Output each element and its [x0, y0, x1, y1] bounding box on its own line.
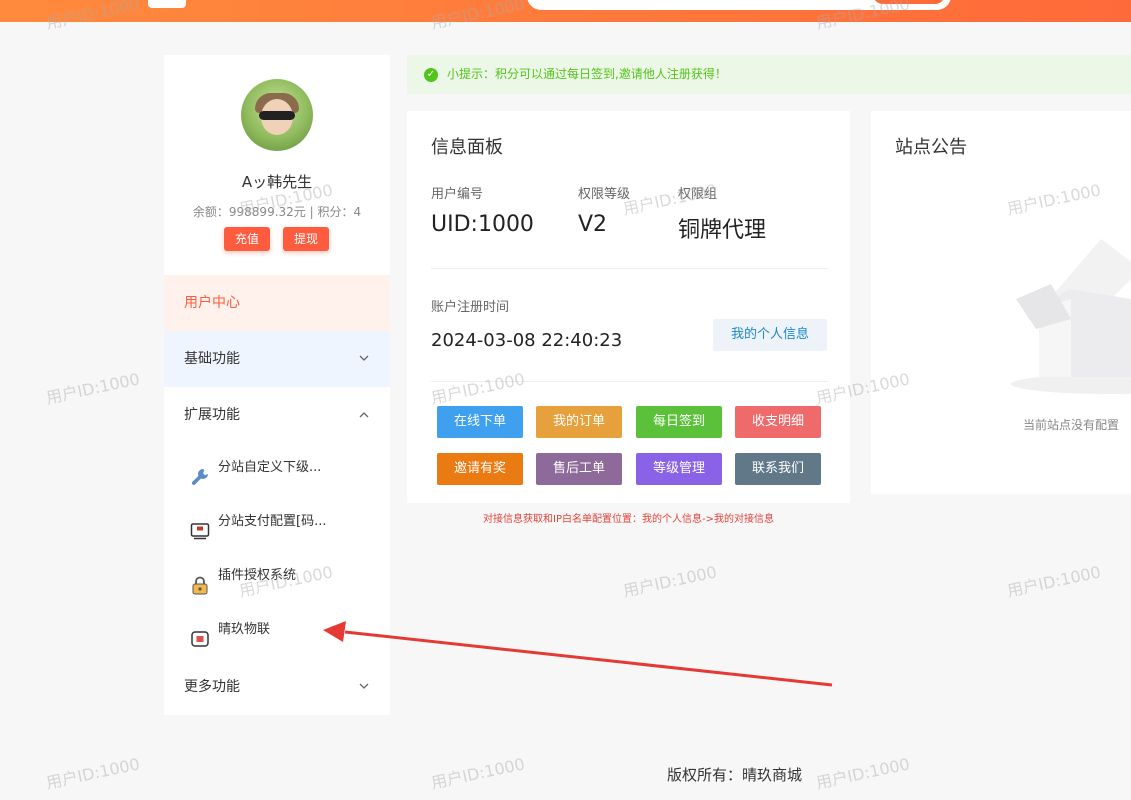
sidebar: Aッ韩先生 余额：998899.32元 | 积分：4 充值 提现 用户中心 基础… [164, 55, 390, 715]
notice-text: 小提示：积分可以通过每日签到,邀请他人注册获得！ [447, 67, 727, 81]
watermark: 用户ID:1000 [44, 754, 142, 793]
sub-item-substation-custom[interactable]: 分站自定义下级... [164, 442, 390, 494]
divider [431, 268, 828, 269]
divider [431, 381, 828, 382]
announcement-empty-text: 当前站点没有配置 [1023, 418, 1120, 432]
menu-user-center[interactable]: 用户中心 [164, 275, 390, 331]
order-online-button[interactable]: 在线下单 [437, 406, 523, 438]
transactions-button[interactable]: 收支明细 [735, 406, 821, 438]
check-circle-icon: ✓ [424, 68, 438, 82]
avatar-glasses [259, 111, 295, 120]
sub-item-label: 分站自定义下级... [218, 460, 322, 475]
menu-basic-functions[interactable]: 基础功能 [164, 331, 390, 387]
chip-icon [190, 620, 210, 647]
level-label: 权限等级 [578, 187, 631, 202]
sub-item-label: 分站支付配置[码... [218, 514, 327, 529]
menu-more-functions[interactable]: 更多功能 [164, 659, 390, 715]
menu-extended-functions[interactable]: 扩展功能 [164, 387, 390, 443]
register-time-label: 账户注册时间 [431, 300, 510, 315]
username: Aッ韩先生 [241, 173, 313, 191]
contact-us-button[interactable]: 联系我们 [735, 453, 821, 485]
watermark: 用户ID:1000 [621, 562, 719, 601]
daily-checkin-button[interactable]: 每日签到 [636, 406, 722, 438]
sub-item-payment-config[interactable]: 分站支付配置[码... [164, 496, 390, 548]
announcement-panel: 站点公告 当前站点没有配置 [871, 111, 1131, 494]
watermark: 用户ID:1000 [429, 754, 527, 793]
my-info-button[interactable]: 我的个人信息 [713, 319, 827, 351]
top-header [0, 0, 1131, 22]
uid-value: UID:1000 [431, 212, 534, 237]
tip-notice: ✓ 小提示：积分可以通过每日签到,邀请他人注册获得！ [407, 55, 1131, 94]
watermark: 用户ID:1000 [814, 754, 912, 793]
avatar[interactable] [241, 79, 313, 151]
balance-text: 余额：998899.32元 | 积分：4 [192, 205, 362, 219]
menu-extended-label: 扩展功能 [184, 407, 240, 423]
group-value: 铜牌代理 [678, 218, 767, 243]
my-orders-button[interactable]: 我的订单 [536, 406, 622, 438]
payment-terminal-icon [190, 512, 210, 540]
chevron-down-icon [358, 659, 370, 739]
menu-user-center-label: 用户中心 [184, 295, 240, 311]
search-bar[interactable] [527, 0, 951, 10]
level-value: V2 [578, 212, 608, 237]
announcement-title: 站点公告 [895, 137, 967, 158]
sub-item-qingjiu-iot[interactable]: 晴玖物联 [164, 604, 390, 656]
search-button[interactable] [873, 0, 945, 4]
withdraw-button[interactable]: 提现 [283, 227, 329, 251]
sub-item-label: 插件授权系统 [218, 568, 297, 583]
info-panel: 信息面板 用户编号 UID:1000 权限等级 V2 权限组 铜牌代理 账户注册… [407, 111, 850, 503]
info-panel-title: 信息面板 [431, 137, 503, 158]
menu-more-label: 更多功能 [184, 679, 240, 695]
wrench-icon [190, 458, 210, 485]
lock-icon [190, 566, 210, 595]
empty-box-icon [1011, 229, 1131, 403]
logo[interactable] [148, 0, 186, 8]
watermark: 用户ID:1000 [1005, 562, 1103, 601]
sub-item-label: 晴玖物联 [218, 622, 271, 637]
docking-hint: 对接信息获取和IP白名单配置位置：我的个人信息->我的对接信息 [483, 514, 774, 525]
footer-copyright: 版权所有：晴玖商城 [667, 766, 803, 784]
register-time-value: 2024-03-08 22:40:23 [431, 330, 623, 351]
level-management-button[interactable]: 等级管理 [636, 453, 722, 485]
after-sales-button[interactable]: 售后工单 [536, 453, 622, 485]
watermark: 用户ID:1000 [44, 369, 142, 408]
recharge-button[interactable]: 充值 [224, 227, 270, 251]
sub-item-plugin-auth[interactable]: 插件授权系统 [164, 550, 390, 602]
group-label: 权限组 [678, 187, 718, 202]
menu-basic-label: 基础功能 [184, 351, 240, 367]
uid-label: 用户编号 [431, 187, 484, 202]
invite-reward-button[interactable]: 邀请有奖 [437, 453, 523, 485]
